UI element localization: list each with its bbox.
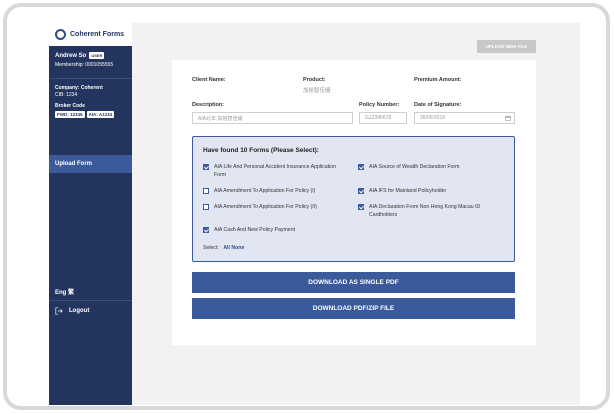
sidebar: Coherent Forms Andrew So USER Membership… [49, 23, 132, 405]
sidebar-divider [49, 300, 132, 301]
broker-code: Broker Code FWD: 12345 AIA: A1234 [49, 99, 132, 118]
client-name-label: Client Name: [192, 77, 226, 83]
form-option[interactable]: AIA Declaration From Non Hong Kong Macau… [358, 203, 508, 219]
date-of-signature-input[interactable]: 26/09/2018 [414, 112, 515, 124]
premium-amount-label: Premium Amount: [414, 77, 462, 83]
company-name: Company: Coherent [55, 85, 103, 91]
form-option-label: AIA Amendment To Application For Policy … [214, 188, 316, 194]
download-zip-button[interactable]: DOWNLOAD PDF/ZIP FILE [192, 298, 515, 319]
checkbox-unchecked[interactable] [203, 204, 209, 210]
form-option-label: AIA Cash And New Policy Payment [214, 227, 296, 233]
form-option-label: AIA Amendment To Application For Policy … [214, 204, 317, 210]
checkbox-checked[interactable] [203, 227, 209, 233]
date-of-signature-label: Date of Signature: [414, 102, 462, 108]
broker-code-label: Broker Code [55, 103, 86, 109]
form-option-label: AIA Declaration From Non Hong Kong Macau… [369, 204, 481, 218]
broker-tag-fwd: FWD: 12345 [55, 111, 85, 118]
brand-logo-icon [55, 29, 66, 40]
broker-tags: FWD: 12345 AIA: A1234 [55, 111, 126, 118]
logout-label: Logout [69, 308, 90, 314]
logout-icon [55, 307, 63, 315]
download-single-pdf-button[interactable]: DOWNLOAD AS SINGLE PDF [192, 272, 515, 293]
logout-button[interactable]: Logout [55, 307, 89, 315]
device-frame: Coherent Forms Andrew So USER Membership… [3, 3, 610, 410]
cib-number: CIB: 1234 [55, 92, 78, 98]
brand-header: Coherent Forms [49, 23, 132, 46]
checkbox-checked[interactable] [358, 164, 364, 170]
brand-name: Coherent Forms [70, 31, 125, 38]
description-value: AIA北年 加裕智佳儲 [198, 115, 243, 122]
description-input[interactable]: AIA北年 加裕智佳儲 [192, 112, 353, 124]
policy-number-input[interactable]: G12345678 [359, 112, 407, 124]
user-name: Andrew So [55, 52, 87, 59]
select-all-none-row: Select: All None [203, 245, 244, 251]
forms-found-title: Have found 10 Forms (Please Select): [203, 147, 319, 154]
policy-number-value: G12345678 [365, 115, 392, 121]
form-option[interactable]: AIA Cash And New Policy Payment [203, 226, 343, 234]
select-all-none-link[interactable]: All None [223, 245, 244, 251]
form-option[interactable]: AIA Amendment To Application For Policy … [203, 203, 343, 211]
form-option[interactable]: AIA IFS for Mainland Policyholder [358, 187, 508, 195]
policy-number-label: Policy Number: [359, 102, 400, 108]
checkbox-checked[interactable] [358, 188, 364, 194]
language-switch[interactable]: Eng 繁 [55, 287, 74, 296]
checkbox-unchecked[interactable] [203, 188, 209, 194]
checkbox-checked[interactable] [358, 204, 364, 210]
form-option[interactable]: AIA Source of Wealth Declaration Form [358, 163, 508, 171]
broker-tag-aia: AIA: A1234 [86, 111, 115, 118]
form-card: Client Name: Product: 加裕智佳儲 Premium Amou… [172, 60, 536, 345]
form-option-label: AIA IFS for Mainland Policyholder [369, 188, 447, 194]
sidebar-divider [49, 78, 132, 79]
user-info: Andrew So USER Membership: 0001055555 [49, 46, 132, 72]
company-info: Company: Coherent CIB: 1234 [49, 85, 132, 99]
sidebar-item-label: Upload Form [55, 161, 92, 167]
description-label: Description: [192, 102, 225, 108]
sidebar-item-upload-form[interactable]: Upload Form [49, 155, 132, 173]
select-label: Select: [203, 245, 219, 251]
form-option[interactable]: AIA Amendment To Application For Policy … [203, 187, 343, 195]
user-name-row: Andrew So USER [55, 52, 126, 59]
form-option-label: AIA Life And Personal Accident Insurance… [214, 164, 336, 178]
form-option[interactable]: AIA Life And Personal Accident Insurance… [203, 163, 343, 179]
product-label: Product: [303, 77, 326, 83]
forms-selection-box: Have found 10 Forms (Please Select): AIA… [192, 136, 515, 262]
user-role-badge: USER [89, 52, 105, 59]
date-value: 26/09/2018 [420, 115, 446, 121]
app-screen: Coherent Forms Andrew So USER Membership… [49, 23, 580, 405]
product-value: 加裕智佳儲 [303, 88, 331, 94]
upload-new-file-button[interactable]: UPLOAD NEW FILE [477, 40, 536, 53]
form-option-label: AIA Source of Wealth Declaration Form [369, 164, 460, 170]
membership-number: Membership: 0001055555 [55, 62, 114, 68]
checkbox-checked[interactable] [203, 164, 209, 170]
calendar-icon[interactable] [505, 115, 511, 121]
